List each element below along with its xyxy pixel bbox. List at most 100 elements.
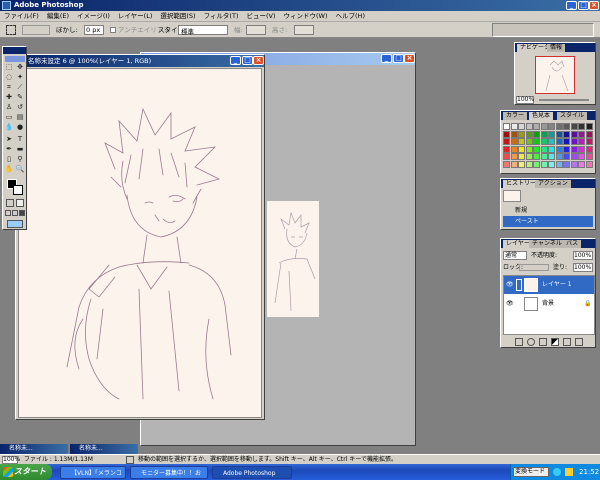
color-swatch[interactable] — [503, 145, 510, 153]
maximize-icon[interactable]: □ — [242, 56, 253, 65]
color-swatch[interactable] — [503, 138, 510, 145]
color-swatch[interactable] — [503, 130, 510, 138]
color-swatch[interactable] — [570, 153, 578, 160]
color-swatch[interactable] — [548, 153, 555, 160]
color-swatch[interactable] — [563, 130, 570, 138]
color-swatch[interactable] — [518, 145, 525, 153]
color-swatch[interactable] — [510, 160, 518, 168]
color-swatch[interactable] — [555, 138, 563, 145]
history-item-selected[interactable]: ペースト — [503, 216, 593, 227]
crop-tool-icon[interactable]: ⌗ — [4, 83, 14, 92]
color-swatch[interactable] — [510, 153, 518, 160]
menu-window[interactable]: ウィンドウ(W) — [280, 11, 332, 22]
color-swatch[interactable] — [510, 123, 518, 130]
color-swatch[interactable] — [563, 138, 570, 145]
gradient-tool-icon[interactable]: ▤ — [15, 113, 25, 122]
color-swatch[interactable] — [578, 145, 585, 153]
color-swatch[interactable] — [548, 145, 555, 153]
minimize-icon[interactable]: _ — [381, 54, 392, 63]
menu-view[interactable]: ビュー(V) — [242, 11, 279, 22]
color-swatch[interactable] — [540, 123, 548, 130]
ime-mode[interactable]: 変換モード — [513, 467, 549, 477]
color-swatch[interactable] — [570, 145, 578, 153]
marquee-tool-icon[interactable]: ⬚ — [4, 63, 14, 72]
color-swatch[interactable] — [548, 130, 555, 138]
eraser-tool-icon[interactable]: ▭ — [4, 113, 14, 122]
magic-wand-tool-icon[interactable]: ✦ — [15, 73, 25, 82]
color-swatch[interactable] — [570, 138, 578, 145]
color-swatch[interactable] — [533, 138, 540, 145]
close-icon[interactable]: × — [589, 1, 599, 10]
history-snapshot-thumb[interactable] — [503, 190, 521, 202]
color-swatch[interactable] — [563, 153, 570, 160]
navigator-zoom-input[interactable]: 100% — [516, 96, 534, 104]
network-icon[interactable] — [553, 468, 561, 476]
tab-info[interactable]: 情報 — [547, 44, 566, 52]
color-swatch[interactable] — [540, 153, 548, 160]
close-icon[interactable]: × — [404, 54, 415, 63]
history-brush-icon[interactable]: ↺ — [15, 103, 25, 112]
mask-icon[interactable] — [527, 338, 535, 346]
color-swatch[interactable] — [518, 138, 525, 145]
navigator-zoom-slider[interactable] — [539, 99, 589, 101]
lock-icons[interactable] — [519, 264, 549, 271]
brush-tool-icon[interactable]: ✎ — [15, 93, 25, 102]
folder-icon[interactable] — [539, 338, 547, 346]
notes-tool-icon[interactable]: ▯ — [4, 155, 14, 164]
type-tool-icon[interactable]: T — [15, 135, 25, 144]
color-swatch[interactable] — [548, 138, 555, 145]
color-swatch[interactable] — [503, 160, 510, 168]
layer-style-icon[interactable] — [515, 338, 523, 346]
document-title-bar[interactable]: 名称未設定 6 @ 100%(レイヤー 1, RGB) _ □ × — [16, 55, 264, 67]
opacity-input[interactable]: 100% — [573, 251, 593, 260]
color-swatch[interactable] — [540, 130, 548, 138]
color-swatch[interactable] — [525, 130, 533, 138]
navigator-preview[interactable] — [535, 56, 575, 94]
lasso-tool-icon[interactable]: ◌ — [4, 73, 14, 82]
color-swatch[interactable] — [555, 153, 563, 160]
width-input[interactable] — [246, 25, 266, 35]
color-swatch[interactable] — [585, 138, 593, 145]
history-item[interactable]: 新規 — [503, 205, 593, 216]
color-swatch[interactable] — [503, 123, 510, 130]
menu-select[interactable]: 選択範囲(S) — [156, 11, 199, 22]
minimize-icon[interactable]: _ — [230, 56, 241, 65]
color-swatch[interactable] — [555, 160, 563, 168]
zoom-tool-icon[interactable]: 🔍 — [15, 165, 25, 174]
color-swatch[interactable] — [533, 160, 540, 168]
standard-mode-icon[interactable] — [6, 199, 14, 207]
menu-layer[interactable]: レイヤー(L) — [114, 11, 157, 22]
selection-mode-icons[interactable] — [22, 25, 50, 35]
color-swatch[interactable] — [525, 145, 533, 153]
healing-brush-icon[interactable]: ✚ — [4, 93, 14, 102]
feather-input[interactable]: 0 px — [84, 25, 104, 35]
color-swatch[interactable] — [503, 153, 510, 160]
shape-tool-icon[interactable]: ▬ — [15, 145, 25, 154]
toolbox-title-bar[interactable] — [3, 47, 26, 54]
color-swatch[interactable] — [548, 160, 555, 168]
color-swatch[interactable] — [518, 160, 525, 168]
eye-icon[interactable]: 👁 — [506, 295, 514, 313]
zoom-field[interactable]: 100% — [2, 456, 20, 464]
color-swatch[interactable] — [525, 153, 533, 160]
adjustment-layer-icon[interactable] — [551, 338, 559, 346]
color-swatch[interactable] — [533, 130, 540, 138]
dodge-tool-icon[interactable]: ● — [15, 123, 25, 132]
color-swatch[interactable] — [510, 138, 518, 145]
color-swatch[interactable] — [563, 160, 570, 168]
color-swatch[interactable] — [510, 145, 518, 153]
color-swatch[interactable] — [533, 123, 540, 130]
quickmask-mode-icon[interactable] — [16, 199, 24, 207]
swatch-grid[interactable] — [503, 123, 595, 173]
layer-name[interactable]: レイヤー 1 — [542, 276, 572, 294]
color-swatch[interactable] — [578, 123, 585, 130]
tab-channels[interactable]: チャンネル — [529, 240, 565, 248]
minimized-doc[interactable]: 名称未... — [0, 444, 68, 454]
taskbar-button-active[interactable]: Adobe Photoshop — [212, 466, 292, 479]
color-swatch[interactable] — [525, 123, 533, 130]
screen-mode-full-menu-icon[interactable] — [12, 210, 18, 216]
color-swatch[interactable] — [585, 123, 593, 130]
color-swatch[interactable] — [563, 123, 570, 130]
color-swatch[interactable] — [578, 160, 585, 168]
color-swatch[interactable] — [585, 153, 593, 160]
